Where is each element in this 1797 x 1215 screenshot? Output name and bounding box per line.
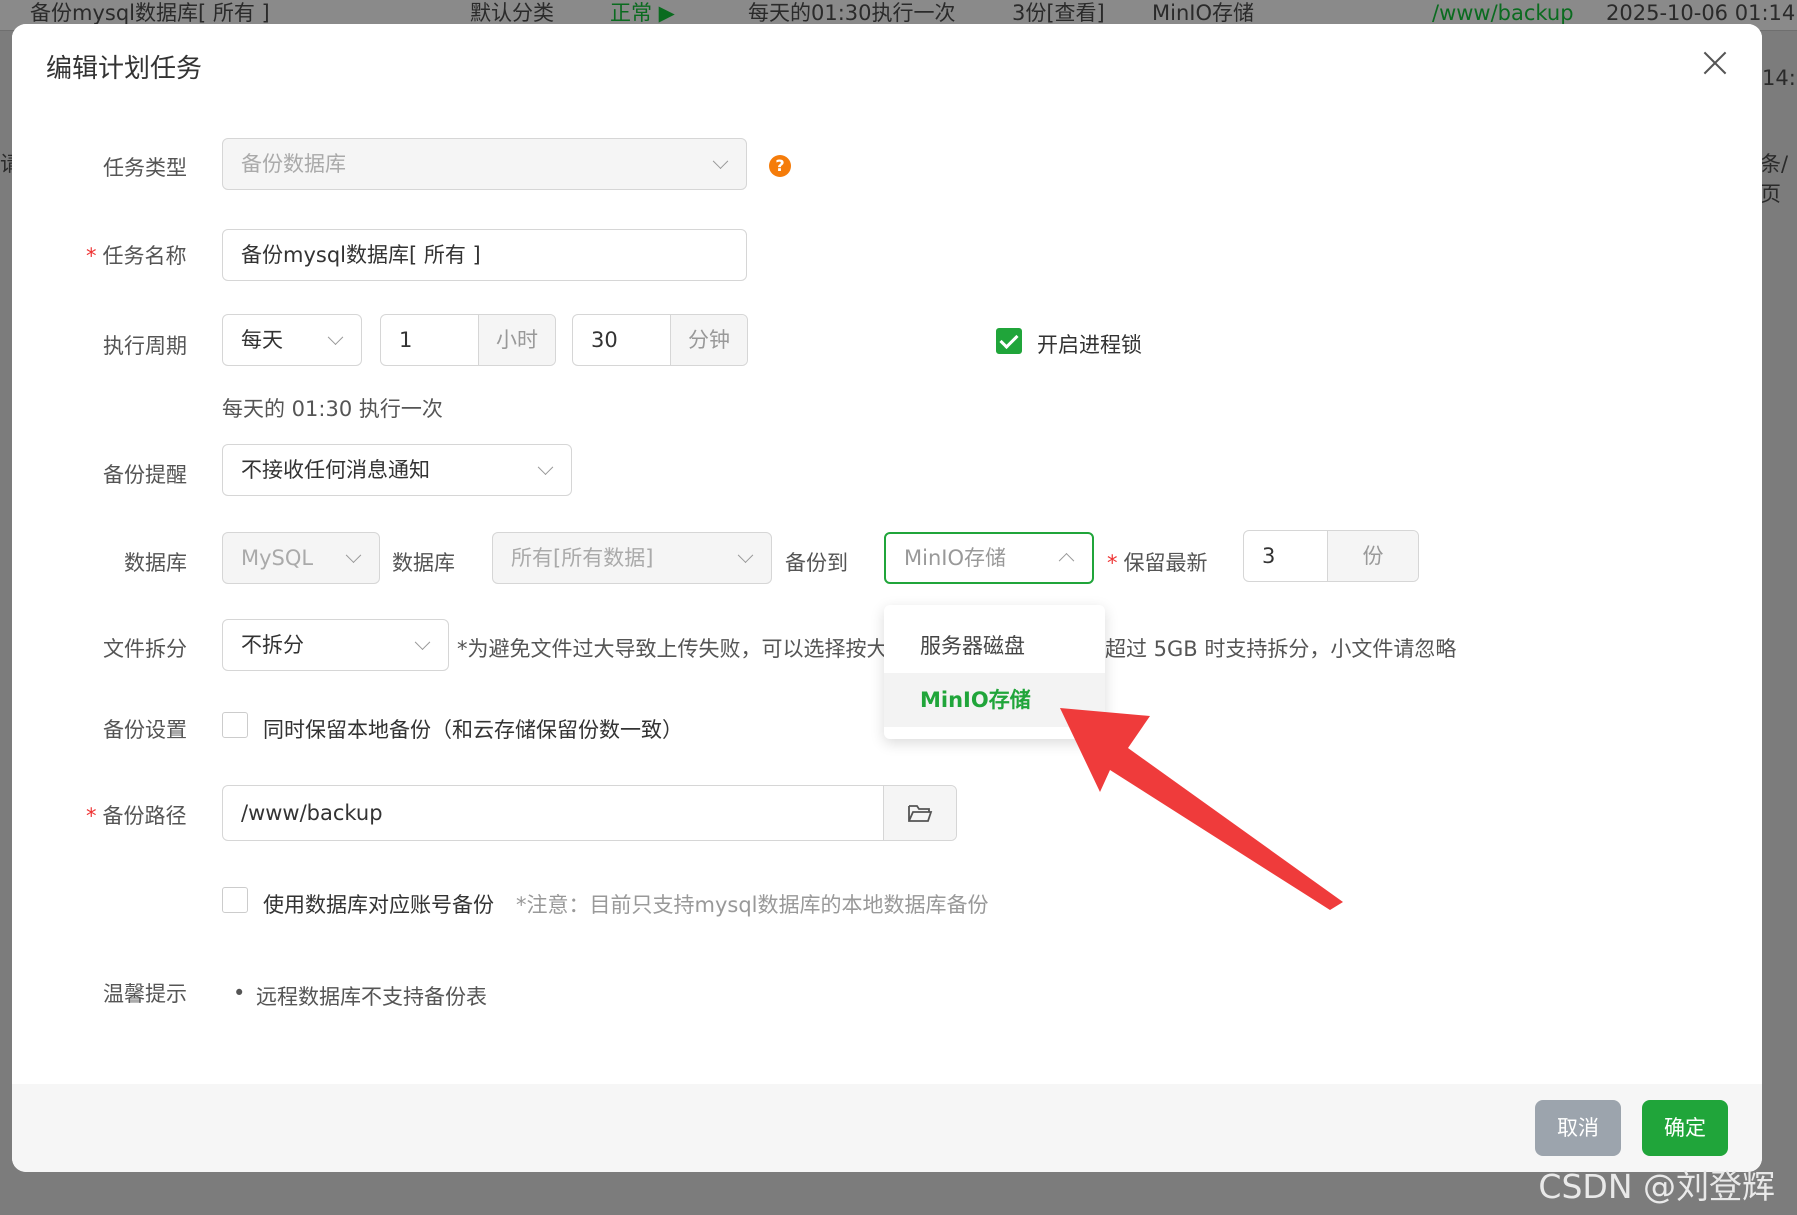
- chevron-down-icon: [327, 329, 344, 346]
- db-account-label: 使用数据库对应账号备份: [263, 893, 494, 917]
- database-label: 数据库: [124, 551, 187, 575]
- db-account-checkbox[interactable]: [222, 887, 248, 913]
- dropdown-option-server-disk[interactable]: 服务器磁盘: [884, 619, 1105, 673]
- split-label: 文件拆分: [103, 637, 187, 661]
- task-name-input[interactable]: 备份mysql数据库[ 所有 ]: [222, 229, 747, 281]
- task-type-select[interactable]: 备份数据库: [222, 138, 747, 190]
- backup-to-label: 备份到: [785, 551, 848, 575]
- db-engine-select[interactable]: MySQL: [222, 532, 380, 584]
- tips-bullet: •: [233, 981, 246, 1005]
- notify-value: 不接收任何消息通知: [241, 458, 430, 482]
- period-select[interactable]: 每天: [222, 314, 362, 366]
- period-value: 每天: [241, 328, 283, 352]
- bg-row2-time: 14:: [1762, 66, 1796, 90]
- backup-to-dropdown: 服务器磁盘 MinIO存储: [884, 605, 1105, 739]
- hours-input[interactable]: 1 小时: [380, 314, 556, 366]
- keep-latest-label: * 保留最新: [1107, 551, 1208, 575]
- db-name-label: 数据库: [392, 551, 455, 575]
- chevron-down-icon: [737, 547, 754, 564]
- cycle-description: 每天的 01:30 执行一次: [222, 397, 443, 421]
- watermark: CSDN @刘登辉: [1538, 1167, 1775, 1206]
- minutes-unit: 分钟: [670, 315, 747, 365]
- split-note-right: 超过 5GB 时支持拆分，小文件请忽略: [1105, 637, 1457, 661]
- backup-to-select[interactable]: MinIO存储: [884, 532, 1094, 584]
- keep-latest-input[interactable]: 3 份: [1243, 530, 1419, 582]
- split-note-left: *为避免文件过大导致上传失败，可以选择按大: [457, 637, 888, 661]
- backup-path-input[interactable]: /www/backup: [222, 785, 957, 841]
- help-icon[interactable]: ?: [769, 155, 791, 177]
- task-name-label: * 任务名称: [86, 244, 187, 268]
- split-select[interactable]: 不拆分: [222, 619, 449, 671]
- process-lock-label: 开启进程锁: [1037, 333, 1142, 357]
- confirm-button[interactable]: 确定: [1642, 1100, 1728, 1156]
- db-name-select[interactable]: 所有[所有数据]: [492, 532, 772, 584]
- minutes-value: 30: [591, 328, 618, 352]
- task-name-value: 备份mysql数据库[ 所有 ]: [241, 243, 481, 267]
- folder-icon: [908, 805, 933, 822]
- minutes-input[interactable]: 30 分钟: [572, 314, 748, 366]
- split-value: 不拆分: [241, 633, 304, 657]
- db-name-value: 所有[所有数据]: [511, 546, 654, 570]
- backup-to-value: MinIO存储: [904, 546, 1006, 570]
- keep-local-label: 同时保留本地备份（和云存储保留份数一致）: [263, 718, 683, 742]
- db-engine-value: MySQL: [241, 546, 314, 570]
- keep-latest-unit: 份: [1327, 531, 1418, 581]
- chevron-down-icon: [537, 459, 554, 476]
- tips-item: 远程数据库不支持备份表: [256, 985, 487, 1009]
- hours-value: 1: [399, 328, 413, 352]
- chevron-down-icon: [712, 153, 729, 170]
- task-type-label: 任务类型: [103, 156, 187, 180]
- chevron-up-icon: [1058, 552, 1075, 569]
- hours-unit: 小时: [478, 315, 555, 365]
- backup-path-label: * 备份路径: [86, 804, 187, 828]
- tips-label: 温馨提示: [103, 982, 187, 1006]
- notify-label: 备份提醒: [103, 463, 187, 487]
- keep-local-checkbox[interactable]: [222, 712, 248, 738]
- chevron-down-icon: [414, 634, 431, 651]
- cancel-button[interactable]: 取消: [1535, 1100, 1621, 1156]
- backup-path-value: /www/backup: [241, 801, 383, 825]
- db-account-note: *注意：目前只支持mysql数据库的本地数据库备份: [516, 893, 989, 917]
- task-type-value: 备份数据库: [241, 152, 346, 176]
- close-icon[interactable]: [1698, 46, 1732, 80]
- process-lock-checkbox[interactable]: [996, 328, 1022, 354]
- dialog-footer: [12, 1084, 1762, 1172]
- folder-button[interactable]: [883, 786, 956, 840]
- backup-settings-label: 备份设置: [103, 718, 187, 742]
- chevron-down-icon: [345, 547, 362, 564]
- cycle-label: 执行周期: [103, 334, 187, 358]
- dialog-header: 编辑计划任务: [12, 24, 1762, 100]
- dialog-title: 编辑计划任务: [46, 54, 203, 84]
- notify-select[interactable]: 不接收任何消息通知: [222, 444, 572, 496]
- dropdown-option-minio[interactable]: MinIO存储: [884, 673, 1105, 727]
- keep-latest-value: 3: [1262, 544, 1276, 568]
- bg-right-edge: 条/页: [1760, 152, 1789, 206]
